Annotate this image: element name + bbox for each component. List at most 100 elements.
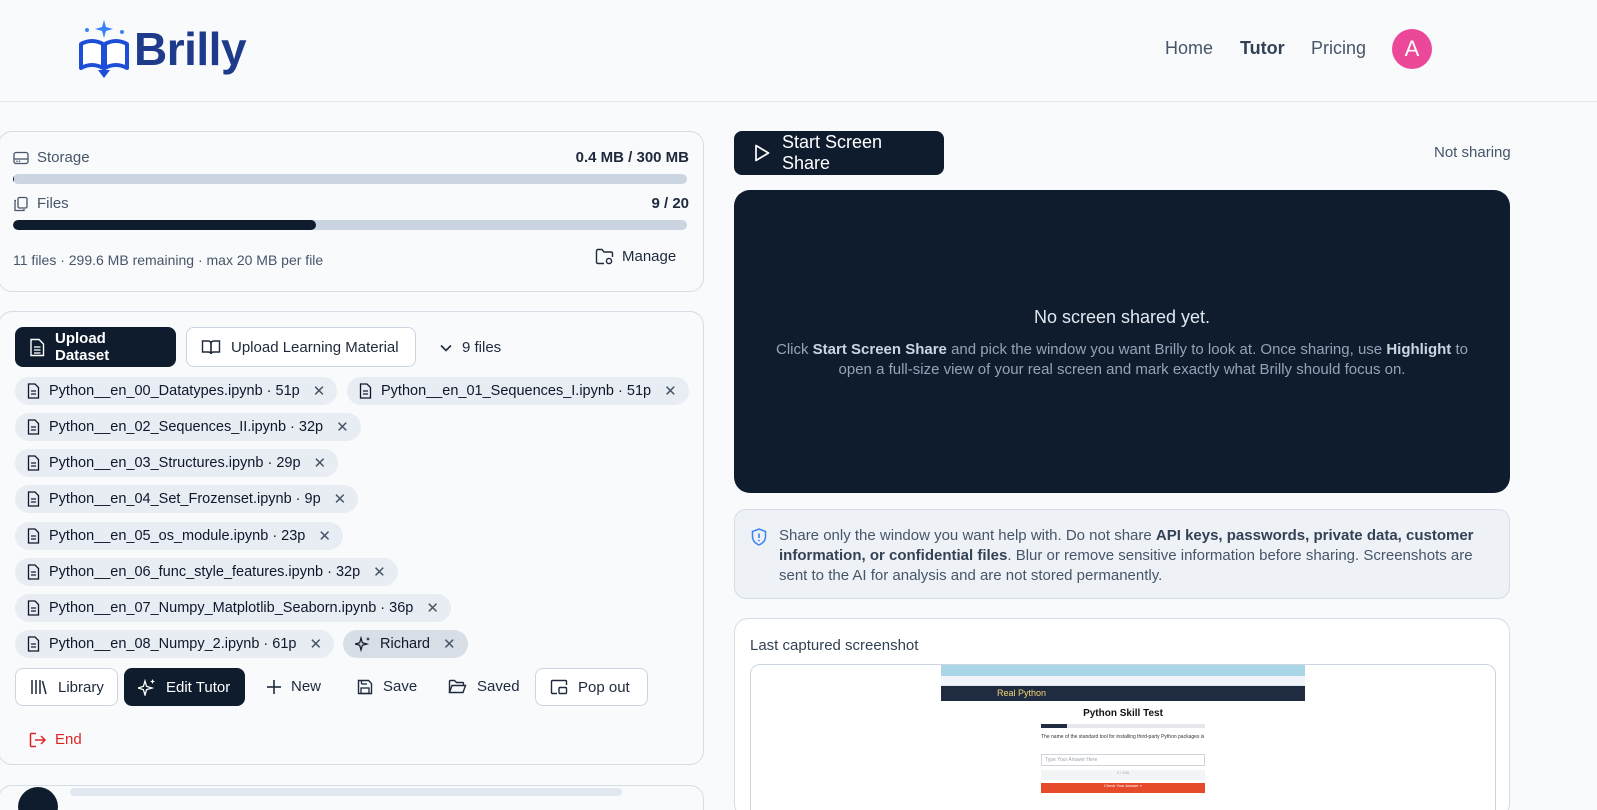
close-icon[interactable]: ✕ bbox=[373, 563, 386, 581]
library-button[interactable]: Library bbox=[15, 668, 118, 706]
save-button[interactable]: Save bbox=[357, 678, 417, 695]
files-progress-fill bbox=[13, 220, 317, 230]
privacy-notice-text: Share only the window you want help with… bbox=[779, 527, 1474, 584]
file-chip-label: Python__en_08_Numpy_2.ipynb · 61p bbox=[49, 636, 297, 652]
thumb-answer-input: Type Your Answer Here bbox=[1041, 754, 1205, 766]
storage-label-row: Storage bbox=[13, 149, 90, 166]
screenshot-thumbnail: Real Python Python Skill Test The name o… bbox=[941, 665, 1305, 810]
end-label: End bbox=[55, 731, 82, 748]
sparkles-icon bbox=[138, 678, 156, 696]
file-chip-label: Python__en_04_Set_Frozenset.ipynb · 9p bbox=[49, 491, 321, 507]
storage-label: Storage bbox=[37, 149, 90, 166]
close-icon[interactable]: ✕ bbox=[313, 382, 326, 400]
files-card: Upload Dataset Upload Learning Material … bbox=[0, 311, 704, 765]
thumb-browser-tabs bbox=[941, 665, 1305, 676]
thumb-question: The name of the standard tool for instal… bbox=[1041, 734, 1205, 740]
new-button[interactable]: New bbox=[267, 678, 321, 695]
thumb-address-bar bbox=[941, 676, 1305, 686]
files-count-label: 9 files bbox=[462, 339, 502, 356]
last-screenshot-card: Last captured screenshot Real Python Pyt… bbox=[734, 618, 1510, 810]
file-chip[interactable]: Python__en_05_os_module.ipynb · 23p ✕ bbox=[15, 522, 343, 550]
close-icon[interactable]: ✕ bbox=[334, 490, 347, 508]
nav-home[interactable]: Home bbox=[1165, 38, 1213, 59]
file-text-icon bbox=[359, 383, 372, 399]
file-chip[interactable]: Python__en_06_func_style_features.ipynb … bbox=[15, 558, 398, 586]
file-chip[interactable]: Python__en_01_Sequences_I.ipynb · 51p ✕ bbox=[347, 377, 689, 405]
saved-button[interactable]: Saved bbox=[448, 678, 520, 695]
close-icon[interactable]: ✕ bbox=[309, 635, 322, 653]
upload-material-label: Upload Learning Material bbox=[231, 338, 399, 356]
shield-alert-icon bbox=[751, 528, 767, 546]
file-chip[interactable]: Python__en_03_Structures.ipynb · 29p ✕ bbox=[15, 449, 339, 477]
saved-label: Saved bbox=[477, 678, 520, 695]
new-label: New bbox=[291, 678, 322, 695]
storage-card: Storage 0.4 MB / 300 MB Files 9 / 20 11 … bbox=[0, 131, 704, 292]
edit-tutor-button[interactable]: Edit Tutor bbox=[124, 668, 245, 706]
pop-out-button[interactable]: Pop out bbox=[535, 668, 648, 706]
storage-value: 0.4 MB / 300 MB bbox=[575, 149, 689, 166]
files-count-toggle[interactable]: 9 files bbox=[440, 339, 501, 356]
upload-dataset-label: Upload Dataset bbox=[55, 330, 110, 364]
nav-tutor[interactable]: Tutor bbox=[1240, 38, 1285, 59]
hard-drive-icon bbox=[13, 151, 29, 165]
start-screen-share-button[interactable]: Start Screen Share bbox=[734, 131, 944, 175]
file-text-icon bbox=[27, 491, 40, 507]
close-icon[interactable]: ✕ bbox=[426, 599, 439, 617]
empty-title: No screen shared yet. bbox=[1033, 307, 1211, 327]
file-text-icon bbox=[27, 419, 40, 435]
manage-label: Manage bbox=[622, 248, 677, 265]
file-chip-label: Python__en_06_func_style_features.ipynb … bbox=[49, 564, 361, 580]
top-bar: Brilly Home Tutor Pricing A bbox=[0, 0, 1597, 102]
screenshot-frame[interactable]: Real Python Python Skill Test The name o… bbox=[750, 664, 1496, 810]
start-screen-share-label: Start Screen Share bbox=[782, 132, 883, 173]
file-spreadsheet-icon bbox=[29, 338, 45, 357]
brilly-logo[interactable]: Brilly bbox=[78, 18, 247, 80]
last-screenshot-title: Last captured screenshot bbox=[750, 637, 919, 654]
file-text-icon bbox=[27, 564, 40, 580]
library-icon bbox=[30, 679, 48, 695]
privacy-notice: Share only the window you want help with… bbox=[734, 509, 1510, 599]
file-chip-label: Python__en_03_Structures.ipynb · 29p bbox=[49, 455, 301, 471]
thumb-title: Python Skill Test bbox=[1083, 708, 1163, 719]
thumb-check-button: Check Your Answer » bbox=[1041, 783, 1205, 793]
file-chip-label: Python__en_02_Sequences_II.ipynb · 32p bbox=[49, 419, 324, 435]
chevron-down-icon bbox=[440, 344, 452, 352]
file-chip[interactable]: Python__en_00_Datatypes.ipynb · 51p ✕ bbox=[15, 377, 338, 405]
files-copy-icon bbox=[13, 196, 29, 212]
file-text-icon bbox=[27, 600, 40, 616]
storage-progress-fill bbox=[13, 174, 15, 184]
file-chip[interactable]: Python__en_08_Numpy_2.ipynb · 61p ✕ bbox=[15, 630, 335, 658]
close-icon[interactable]: ✕ bbox=[314, 454, 327, 472]
close-icon[interactable]: ✕ bbox=[443, 635, 456, 653]
manage-button[interactable]: Manage bbox=[595, 248, 676, 265]
file-text-icon bbox=[27, 383, 40, 399]
nav-pricing[interactable]: Pricing bbox=[1311, 38, 1366, 59]
file-text-icon bbox=[27, 636, 40, 652]
user-avatar[interactable]: A bbox=[1392, 29, 1432, 69]
end-button[interactable]: End bbox=[29, 731, 82, 748]
tutor-chip[interactable]: Richard ✕ bbox=[343, 630, 468, 658]
upload-dataset-button[interactable]: Upload Dataset bbox=[15, 327, 176, 367]
open-book-sparkle-icon bbox=[78, 18, 130, 80]
empty-description: Click Start Screen Share and pick the wi… bbox=[776, 341, 1468, 378]
save-label: Save bbox=[383, 678, 418, 695]
close-icon[interactable]: ✕ bbox=[336, 418, 349, 436]
edit-tutor-label: Edit Tutor bbox=[166, 678, 231, 696]
logo-wordmark: Brilly bbox=[134, 23, 247, 75]
file-chip[interactable]: Python__en_02_Sequences_II.ipynb · 32p ✕ bbox=[15, 413, 361, 441]
files-progress-bar bbox=[13, 220, 687, 230]
book-open-icon bbox=[201, 339, 221, 355]
close-icon[interactable]: ✕ bbox=[664, 382, 677, 400]
plus-icon bbox=[267, 679, 281, 694]
file-chip-label: Python__en_05_os_module.ipynb · 23p bbox=[49, 528, 306, 544]
upload-learning-material-button[interactable]: Upload Learning Material bbox=[186, 327, 416, 367]
log-out-icon bbox=[29, 732, 47, 748]
file-chip[interactable]: Python__en_07_Numpy_Matplotlib_Seaborn.i… bbox=[15, 594, 451, 622]
close-icon[interactable]: ✕ bbox=[318, 527, 331, 545]
share-status: Not sharing bbox=[1434, 144, 1511, 161]
thumb-progress bbox=[1041, 724, 1205, 728]
folder-settings-icon bbox=[595, 248, 614, 265]
floppy-disk-icon bbox=[357, 679, 373, 695]
file-chip[interactable]: Python__en_04_Set_Frozenset.ipynb · 9p ✕ bbox=[15, 485, 359, 513]
play-icon bbox=[754, 144, 770, 162]
